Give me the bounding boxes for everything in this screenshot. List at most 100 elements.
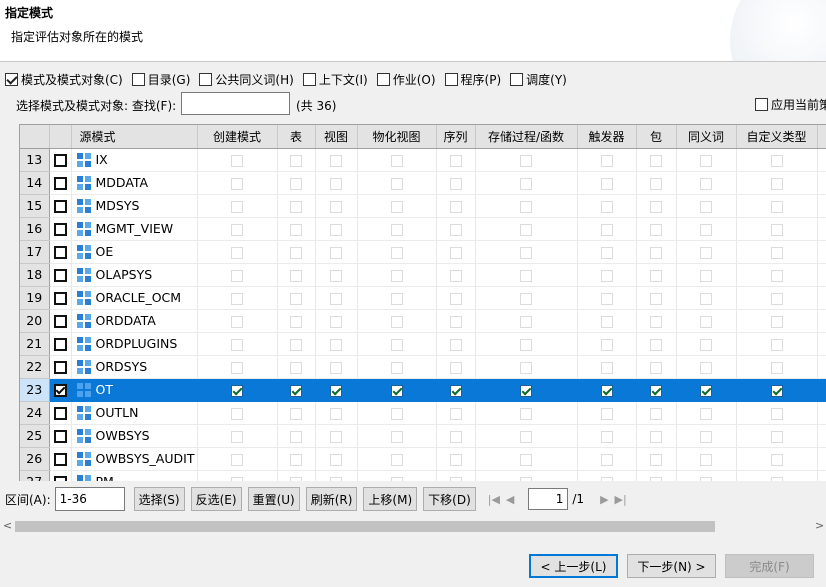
object-type-cell[interactable]: [736, 470, 818, 481]
object-type-cell[interactable]: [676, 171, 737, 195]
object-type-cell[interactable]: [315, 355, 358, 379]
object-type-checkbox[interactable]: [390, 223, 403, 236]
row-checkbox[interactable]: [53, 223, 67, 236]
object-type-cell[interactable]: [357, 148, 437, 172]
object-type-cell[interactable]: [636, 240, 677, 264]
first-page-icon[interactable]: |◀: [488, 493, 500, 506]
object-type-checkbox[interactable]: [650, 407, 662, 420]
object-type-checkbox[interactable]: [700, 338, 712, 351]
table-row[interactable]: 24 OUTLN: [20, 401, 826, 425]
object-type-cell[interactable]: [676, 217, 737, 241]
object-type-checkbox[interactable]: [330, 407, 342, 420]
object-type-checkbox[interactable]: [520, 246, 532, 259]
table-row[interactable]: 14 MDDATA: [20, 171, 826, 195]
row-select-cell[interactable]: [49, 378, 72, 402]
object-type-checkbox[interactable]: [700, 200, 712, 213]
object-type-cell[interactable]: [357, 263, 437, 287]
reset-button[interactable]: 重置(U): [247, 487, 300, 511]
object-type-cell[interactable]: [577, 332, 637, 356]
object-type-checkbox[interactable]: [390, 292, 403, 305]
object-type-checkbox[interactable]: [650, 384, 662, 397]
object-type-cell[interactable]: [277, 424, 316, 448]
schema-name-cell[interactable]: ORDSYS: [71, 355, 198, 379]
object-type-checkbox[interactable]: [650, 269, 662, 282]
object-type-cell[interactable]: [197, 148, 278, 172]
filter-public-synonym[interactable]: 公共同义词(H): [199, 71, 294, 88]
object-type-checkbox[interactable]: [390, 453, 403, 466]
object-type-cell[interactable]: [636, 263, 677, 287]
object-type-cell[interactable]: [577, 217, 637, 241]
object-type-cell[interactable]: [315, 309, 358, 333]
object-type-checkbox[interactable]: [600, 476, 613, 481]
object-type-checkbox[interactable]: [231, 246, 243, 259]
object-type-checkbox[interactable]: [390, 407, 403, 420]
object-type-checkbox[interactable]: [449, 338, 462, 351]
object-type-checkbox[interactable]: [600, 315, 613, 328]
object-type-checkbox[interactable]: [390, 315, 403, 328]
object-type-cell[interactable]: [475, 194, 578, 218]
row-checkbox[interactable]: [53, 361, 67, 374]
table-row[interactable]: 23 OT: [20, 378, 826, 402]
object-type-cell[interactable]: [475, 470, 578, 481]
object-type-cell[interactable]: [676, 194, 737, 218]
object-type-checkbox[interactable]: [290, 361, 302, 374]
object-type-cell[interactable]: [436, 240, 476, 264]
object-type-cell[interactable]: [636, 217, 677, 241]
filter-directory[interactable]: 目录(G): [131, 71, 190, 88]
object-type-checkbox[interactable]: [700, 430, 712, 443]
object-type-cell[interactable]: [315, 401, 358, 425]
horizontal-scrollbar[interactable]: < >: [0, 518, 826, 535]
object-type-checkbox[interactable]: [231, 177, 243, 190]
object-type-cell[interactable]: [676, 378, 737, 402]
object-type-checkbox[interactable]: [600, 177, 613, 190]
object-type-cell[interactable]: [577, 401, 637, 425]
object-type-checkbox[interactable]: [330, 361, 342, 374]
object-type-checkbox[interactable]: [520, 361, 532, 374]
apply-current-checkbox[interactable]: 应用当前策: [755, 96, 826, 113]
column-header[interactable]: 表: [277, 125, 316, 149]
object-type-cell[interactable]: [277, 378, 316, 402]
object-type-cell[interactable]: [577, 309, 637, 333]
object-type-cell[interactable]: [577, 470, 637, 481]
object-type-cell[interactable]: [676, 240, 737, 264]
column-header[interactable]: 源模式: [71, 125, 198, 149]
scroll-right-icon[interactable]: >: [815, 519, 824, 532]
object-type-checkbox[interactable]: [231, 384, 243, 397]
object-type-cell[interactable]: [197, 309, 278, 333]
object-type-checkbox[interactable]: [449, 453, 462, 466]
schema-name-cell[interactable]: ORDDATA: [71, 309, 198, 333]
row-select-cell[interactable]: [49, 194, 72, 218]
object-type-checkbox[interactable]: [231, 430, 243, 443]
object-type-cell[interactable]: [475, 378, 578, 402]
column-header[interactable]: 创建模式: [197, 125, 278, 149]
row-select-cell[interactable]: [49, 217, 72, 241]
column-header[interactable]: 自定义类型: [736, 125, 818, 149]
object-type-cell[interactable]: [315, 171, 358, 195]
object-type-cell[interactable]: [277, 309, 316, 333]
object-type-cell[interactable]: [315, 378, 358, 402]
filter-schedule[interactable]: 调度(Y): [510, 71, 567, 88]
object-type-checkbox[interactable]: [770, 200, 783, 213]
object-type-checkbox[interactable]: [600, 292, 613, 305]
object-type-cell[interactable]: [475, 447, 578, 471]
object-type-cell[interactable]: [676, 401, 737, 425]
filter-schema-objects[interactable]: 模式及模式对象(C): [5, 71, 123, 88]
row-checkbox[interactable]: [53, 177, 67, 190]
object-type-cell[interactable]: [197, 286, 278, 310]
object-type-checkbox[interactable]: [770, 384, 783, 397]
object-type-checkbox[interactable]: [520, 315, 532, 328]
object-type-checkbox[interactable]: [449, 315, 462, 328]
object-type-checkbox[interactable]: [520, 476, 532, 481]
row-checkbox[interactable]: [53, 292, 67, 305]
object-type-cell[interactable]: [676, 263, 737, 287]
object-type-cell[interactable]: [357, 171, 437, 195]
object-type-cell[interactable]: [277, 240, 316, 264]
object-type-checkbox[interactable]: [650, 154, 662, 167]
object-type-checkbox[interactable]: [650, 430, 662, 443]
column-header[interactable]: 存储过程/函数: [475, 125, 578, 149]
prev-step-button[interactable]: < 上一步(L): [529, 554, 618, 578]
object-type-cell[interactable]: [315, 240, 358, 264]
object-type-cell[interactable]: [475, 171, 578, 195]
object-type-checkbox[interactable]: [770, 223, 783, 236]
object-type-checkbox[interactable]: [700, 476, 712, 481]
